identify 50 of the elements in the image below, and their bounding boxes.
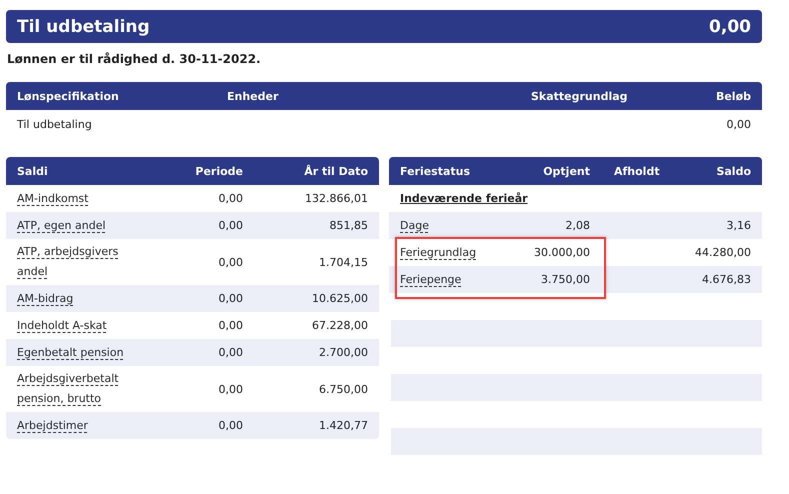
availability-note: Lønnen er til rådighed d. 30-11-2022. <box>7 52 262 68</box>
column-header: Skattegrundlag <box>531 90 629 102</box>
table-cell-text: 132.866,01 <box>304 192 368 205</box>
column-header: År til Dato <box>303 164 368 178</box>
column-header: Feriestatus <box>400 164 472 178</box>
table-cell-text: 3,16 <box>726 219 751 232</box>
row-label-link[interactable]: Indeholdt A-skat <box>17 316 107 336</box>
table-cell-text: 30.000,00 <box>533 246 590 259</box>
row-label-link[interactable]: Feriegrundlag <box>400 242 476 262</box>
table-cell-text: 0,00 <box>218 346 243 359</box>
payout-amount: 0,00 <box>709 16 751 36</box>
table-cell-text: 0,00 <box>218 292 243 305</box>
row-label-link[interactable]: AM-indkomst <box>17 188 88 208</box>
table-cell-text: 0,00 <box>218 419 243 432</box>
row-label-link[interactable]: Feriepenge <box>400 270 462 290</box>
table-cell-text: 0,00 <box>218 192 243 205</box>
table-cell-text: 851,85 <box>328 219 368 232</box>
table-cell-text: 6.750,00 <box>318 382 368 396</box>
table-cell-text: 67.228,00 <box>311 319 368 332</box>
row-label-link[interactable]: ATP, egen andel <box>17 216 106 236</box>
table-cell-text: 0,00 <box>726 118 751 131</box>
table-cell-text: 10.625,00 <box>311 292 368 305</box>
column-header: Enheder <box>227 90 280 102</box>
row-label-link[interactable]: Arbejdstimer <box>17 416 88 436</box>
table-cell-text: 0,00 <box>218 382 243 396</box>
column-header: Saldi <box>17 164 49 178</box>
row-label-link[interactable]: Dage <box>400 216 429 236</box>
column-header: Lønspecifikation <box>17 90 120 102</box>
column-header: Saldo <box>715 164 751 178</box>
table-cell-text: 44.280,00 <box>694 246 751 259</box>
table-cell-text: 0,00 <box>218 319 243 332</box>
table-cell-text: 3.750,00 <box>540 273 590 286</box>
table-cell-text: 4.676,83 <box>701 273 751 286</box>
table-cell-text: Til udbetaling <box>17 118 93 131</box>
payout-title: Til udbetaling <box>17 16 150 36</box>
table-cell-text: 1.704,15 <box>318 256 368 268</box>
table-cell-text: 2.700,00 <box>318 346 368 359</box>
row-label-link[interactable]: ATP, arbejdsgivers andel <box>17 242 129 282</box>
row-label-link[interactable]: Egenbetalt pension <box>17 342 124 362</box>
table-cell-text: 0,00 <box>218 256 243 268</box>
table-cell-text: 1.420,77 <box>318 419 368 432</box>
column-header: Beløb <box>714 90 751 102</box>
row-label-link[interactable]: AM-bidrag <box>17 288 74 308</box>
table-cell-text: 0,00 <box>218 219 243 232</box>
column-header: Optjent <box>542 164 590 178</box>
column-header: Afholdt <box>613 164 661 178</box>
column-header: Periode <box>194 164 243 178</box>
table-cell-text: 2,08 <box>564 219 590 232</box>
row-label-link[interactable]: Arbejdsgiverbetalt pension, brutto <box>17 369 129 409</box>
section-title: Indeværende ferieår <box>400 192 528 205</box>
